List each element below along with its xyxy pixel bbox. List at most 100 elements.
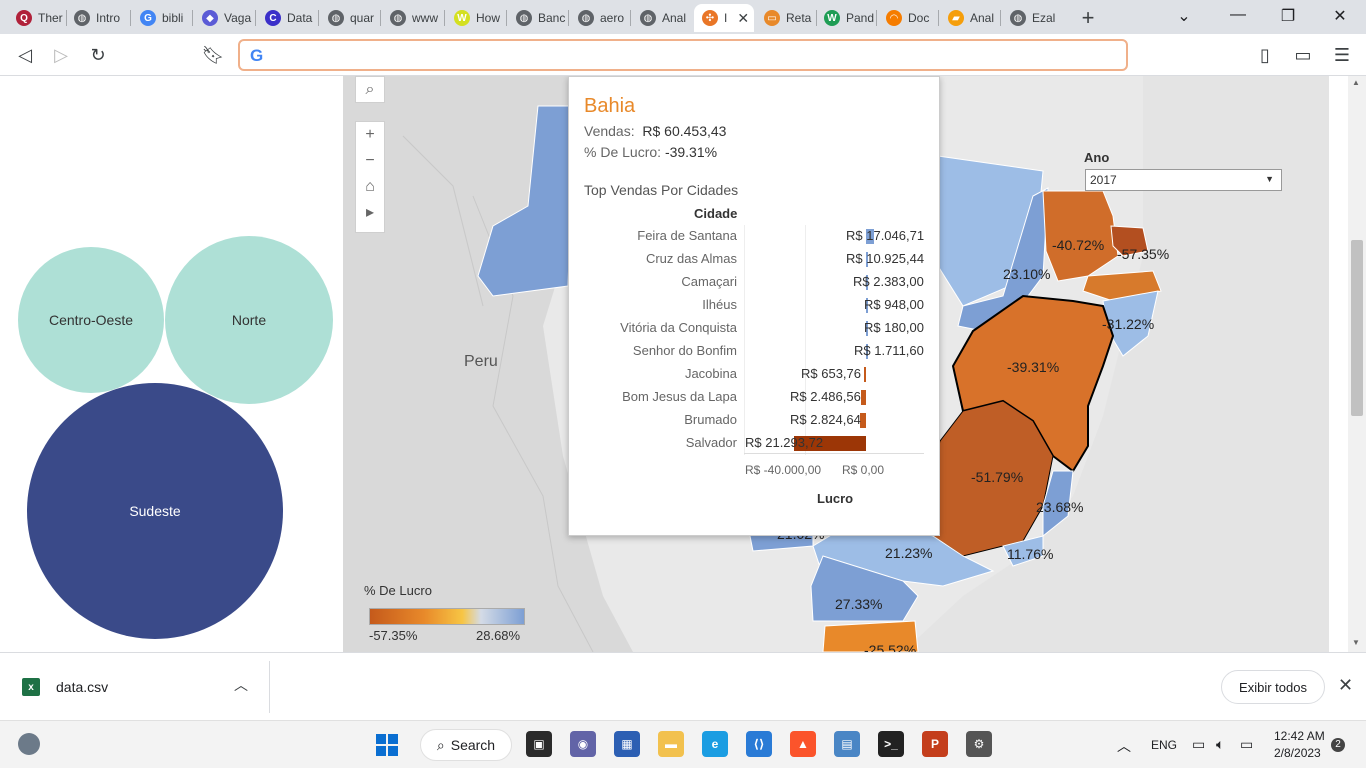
tab-label: Ther (38, 11, 63, 25)
city-value-label: R$ 1.711,60 (854, 343, 924, 358)
scroll-down-icon[interactable]: ▼ (1352, 638, 1360, 647)
tab-favicon-icon: Q (16, 10, 32, 26)
browser-tab[interactable]: Gbibli (132, 4, 190, 32)
home-icon[interactable]: ⌂ (365, 174, 375, 200)
tab-label: Data (287, 11, 313, 25)
tab-separator (630, 10, 631, 26)
taskbar-search[interactable]: ⌕ Search (420, 729, 512, 761)
tab-separator (1000, 10, 1001, 26)
menu-icon[interactable]: ☰ (1331, 44, 1353, 66)
year-select[interactable]: 2017 ▼ (1085, 169, 1282, 191)
play-icon[interactable]: ▸ (366, 200, 374, 226)
sidebar-icon[interactable]: ▯ (1254, 44, 1276, 66)
browser-tab[interactable]: C Data (257, 4, 316, 32)
minimize-button[interactable]: — (1226, 6, 1250, 24)
browser-tab[interactable]: ◍ www (382, 4, 442, 32)
widgets-icon[interactable] (18, 733, 40, 755)
map-zoom-controls: + − ⌂ ▸ (355, 121, 385, 233)
tab-favicon-icon: ◍ (1010, 10, 1026, 26)
settings-icon[interactable]: ⚙ (966, 731, 992, 757)
browser-tab[interactable]: ◍ quar (320, 4, 378, 32)
browser-tab[interactable]: ✣ I ✕ (694, 4, 754, 32)
page-content: Centro-Oeste Norte Sudeste ⌕ + − ⌂ ▸ Per… (0, 76, 1366, 652)
store-icon[interactable]: ▦ (614, 731, 640, 757)
tab-label: Doc (908, 11, 930, 25)
city-bar[interactable] (860, 413, 866, 428)
browser-tab[interactable]: W Pand (816, 4, 874, 32)
tab-separator (938, 10, 939, 26)
new-tab-button[interactable]: + (1076, 5, 1100, 31)
map-search-control[interactable]: ⌕ (355, 76, 385, 103)
search-icon: ⌕ (436, 736, 445, 753)
vscode-icon[interactable]: ⟨⟩ (746, 731, 772, 757)
forward-icon[interactable]: ▷ (50, 44, 72, 66)
browser-tab[interactable]: ◍ aero (570, 4, 628, 32)
tab-separator (130, 10, 131, 26)
restore-button[interactable]: ❐ (1276, 6, 1300, 26)
download-file-name[interactable]: data.csv (56, 679, 108, 695)
browser-tab[interactable]: ◍ Intro (66, 4, 128, 32)
browser-toolbar: ◁ ▷ ↻ 🔖︎ G ▯ ▭ ☰ (0, 34, 1366, 76)
bubble-norte[interactable]: Norte (165, 236, 333, 404)
bubble-label: Sudeste (129, 503, 181, 519)
language-indicator[interactable]: ENG (1151, 738, 1177, 752)
city-label: Vitória da Conquista (620, 320, 737, 335)
browser-tab[interactable]: ▰ Anal (940, 4, 998, 32)
browser-tab[interactable]: Q Ther (8, 4, 64, 32)
city-bar[interactable] (860, 390, 866, 405)
browser-tab[interactable]: ◍ Banc (508, 4, 566, 32)
close-window-button[interactable]: ✕ (1328, 6, 1352, 26)
close-icon[interactable]: ✕ (1338, 675, 1353, 696)
scroll-thumb[interactable] (1351, 240, 1363, 416)
remote-desktop-icon[interactable]: ▤ (834, 731, 860, 757)
pct-sao-paulo: 21.23% (885, 545, 933, 561)
scroll-up-icon[interactable]: ▲ (1352, 78, 1360, 87)
display-icon[interactable]: ▭ (1192, 736, 1205, 753)
volume-icon[interactable]: 🔈︎ (1216, 736, 1224, 753)
task-view-icon[interactable]: ▣ (526, 731, 552, 757)
chevron-up-icon[interactable]: ︿ (234, 675, 248, 695)
notification-badge[interactable]: 2 (1331, 738, 1345, 752)
back-icon[interactable]: ◁ (14, 44, 36, 66)
tab-favicon-icon: W (454, 10, 470, 26)
browser-tab[interactable]: ◆ Vaga (194, 4, 253, 32)
city-bar[interactable] (864, 367, 866, 382)
tab-label: Anal (662, 11, 687, 25)
brave-icon[interactable]: ▲ (790, 731, 816, 757)
taskbar: ⌕ Search ▣ ◉ ▦ ▬ e ⟨⟩ ▲ ▤ >_ P ⚙ ︿ ENG ▭… (0, 720, 1366, 768)
windows-start-icon[interactable] (376, 734, 398, 756)
file-explorer-icon[interactable]: ▬ (658, 731, 684, 757)
browser-tab[interactable]: ◍ Ezal (1002, 4, 1060, 32)
show-all-button[interactable]: Exibir todos (1221, 670, 1325, 704)
chevron-up-icon[interactable]: ︿ (1117, 736, 1131, 756)
tab-label: www (412, 11, 438, 25)
search-icon[interactable]: ⌕ (366, 77, 375, 103)
city-value-label: R$ 2.383,00 (853, 274, 924, 289)
browser-tab[interactable]: W How (446, 4, 504, 32)
pct-rn: -57.35% (1117, 246, 1170, 262)
battery-icon[interactable]: ▭ (1240, 736, 1253, 753)
clock-time[interactable]: 12:42 AM (1274, 729, 1325, 743)
close-tab-icon[interactable]: ✕ (737, 10, 749, 27)
tab-search-chevron-icon[interactable]: ⌄ (1172, 6, 1196, 26)
reload-icon[interactable]: ↻ (87, 44, 109, 66)
terminal-icon[interactable]: >_ (878, 731, 904, 757)
city-value-label: R$ 10.925,44 (846, 251, 925, 266)
wallet-icon[interactable]: ▭ (1292, 44, 1314, 66)
browser-tab[interactable]: ◠ Doc (878, 4, 936, 32)
page-scrollbar[interactable]: ▲ ▼ (1348, 76, 1366, 652)
pct-sergipe: -31.22% (1102, 316, 1155, 332)
zoom-out-icon[interactable]: − (365, 148, 374, 174)
zoom-in-icon[interactable]: + (365, 122, 374, 148)
browser-tab[interactable]: ▭ Reta (756, 4, 814, 32)
tab-separator (380, 10, 381, 26)
address-bar[interactable]: G (238, 39, 1128, 71)
bubble-sudeste[interactable]: Sudeste (27, 383, 283, 639)
browser-tab[interactable]: ◍ Anal (632, 4, 690, 32)
powerpoint-icon[interactable]: P (922, 731, 948, 757)
clock-date[interactable]: 2/8/2023 (1274, 746, 1321, 760)
bubble-centro-oeste[interactable]: Centro-Oeste (18, 247, 164, 393)
edge-icon[interactable]: e (702, 731, 728, 757)
teams-icon[interactable]: ◉ (570, 731, 596, 757)
bookmark-icon[interactable]: 🔖︎ (202, 44, 225, 66)
